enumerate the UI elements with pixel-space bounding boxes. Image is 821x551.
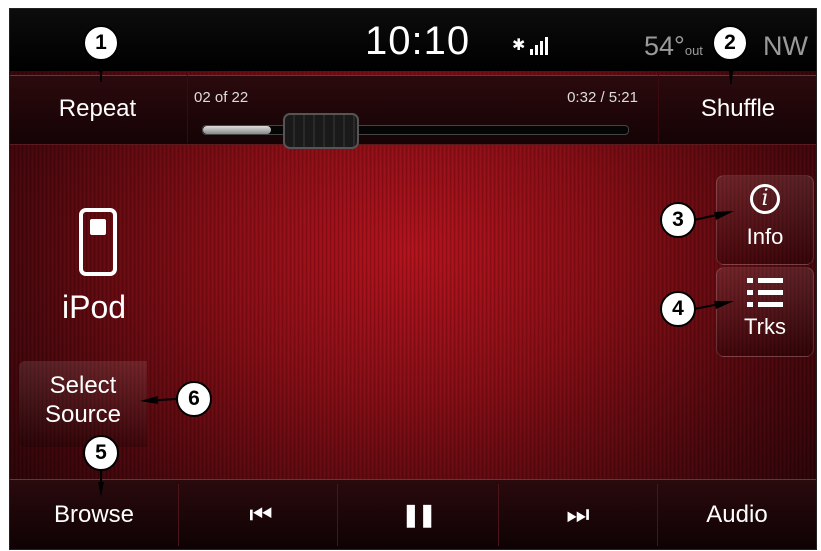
callout-2-leader bbox=[728, 66, 734, 86]
callout-2: 2 bbox=[712, 25, 748, 61]
callout-5-leader bbox=[98, 482, 104, 497]
callout-5: 5 bbox=[83, 435, 119, 471]
callout-1: 1 bbox=[83, 25, 119, 61]
callout-4: 4 bbox=[660, 291, 696, 327]
callout-6: 6 bbox=[176, 381, 212, 417]
callout-4-leader bbox=[714, 301, 734, 309]
callout-leaders bbox=[98, 58, 734, 497]
callout-6-leader bbox=[140, 396, 158, 404]
callout-3-leader bbox=[714, 211, 734, 220]
callout-3: 3 bbox=[660, 202, 696, 238]
